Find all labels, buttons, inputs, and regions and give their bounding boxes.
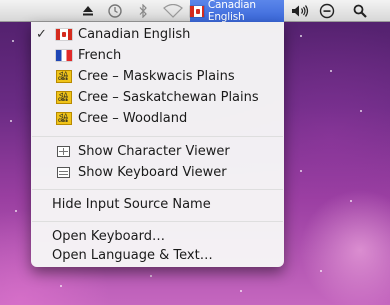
- wifi-icon[interactable]: [160, 0, 186, 22]
- cree-keyboard-icon: ᐊᐃ CREE: [56, 112, 72, 125]
- menu-item-label: Canadian English: [78, 27, 191, 42]
- menu-item-cree-woodland[interactable]: ᐊᐃ CREE Cree – Woodland: [31, 109, 284, 130]
- menu-separator: [32, 136, 283, 137]
- menu-item-open-language-text[interactable]: Open Language & Text…: [31, 246, 284, 267]
- flag-canada-icon: [56, 29, 72, 40]
- time-machine-icon[interactable]: [104, 0, 126, 22]
- menu-item-label: Cree – Maskwacis Plains: [78, 69, 235, 84]
- checkmark-icon: ✓: [36, 27, 47, 42]
- menu-item-cree-maskwacis[interactable]: ᐊᐃ CREE Cree – Maskwacis Plains: [31, 67, 284, 88]
- menu-bar: Canadian English: [0, 0, 390, 23]
- menu-item-hide-input-source-name[interactable]: Hide Input Source Name: [31, 195, 284, 216]
- menu-item-label: Show Keyboard Viewer: [78, 165, 227, 180]
- menu-item-cree-saskatchewan[interactable]: ᐊᐃ CREE Cree – Saskatchewan Plains: [31, 88, 284, 109]
- bluetooth-icon[interactable]: [134, 0, 152, 22]
- cree-keyboard-icon: ᐊᐃ CREE: [56, 70, 72, 83]
- menu-item-show-keyboard-viewer[interactable]: Show Keyboard Viewer: [31, 163, 284, 184]
- volume-icon[interactable]: [289, 0, 311, 22]
- eject-icon[interactable]: [78, 0, 98, 22]
- menu-item-label: Hide Input Source Name: [52, 197, 211, 212]
- menu-item-label: Open Language & Text…: [52, 248, 213, 263]
- keyboard-viewer-icon: [57, 167, 70, 178]
- cree-keyboard-icon: ᐊᐃ CREE: [56, 91, 72, 104]
- character-viewer-icon: [57, 146, 70, 157]
- spotlight-icon[interactable]: [348, 0, 372, 22]
- menu-item-open-keyboard[interactable]: Open Keyboard…: [31, 227, 284, 248]
- menu-item-canadian-english[interactable]: ✓ Canadian English: [31, 25, 284, 46]
- menu-separator: [32, 221, 283, 222]
- menu-separator: [32, 189, 283, 190]
- menu-item-show-character-viewer[interactable]: Show Character Viewer: [31, 142, 284, 163]
- menu-item-label: Show Character Viewer: [78, 144, 230, 159]
- flag-france-icon: [56, 50, 72, 61]
- menu-item-label: Cree – Saskatchewan Plains: [78, 90, 259, 105]
- menu-item-label: Open Keyboard…: [52, 229, 165, 244]
- active-input-source-label: Canadian English: [207, 0, 256, 23]
- input-source-menu: ✓ Canadian English French ᐊᐃ CREE Cree – …: [31, 22, 284, 267]
- input-menu-extra[interactable]: Canadian English: [190, 0, 284, 23]
- menu-item-label: Cree – Woodland: [78, 111, 188, 126]
- flag-canada-icon: [190, 5, 204, 17]
- menu-item-label: French: [78, 48, 122, 63]
- user-switch-icon[interactable]: [316, 0, 338, 22]
- menu-item-french[interactable]: French: [31, 46, 284, 67]
